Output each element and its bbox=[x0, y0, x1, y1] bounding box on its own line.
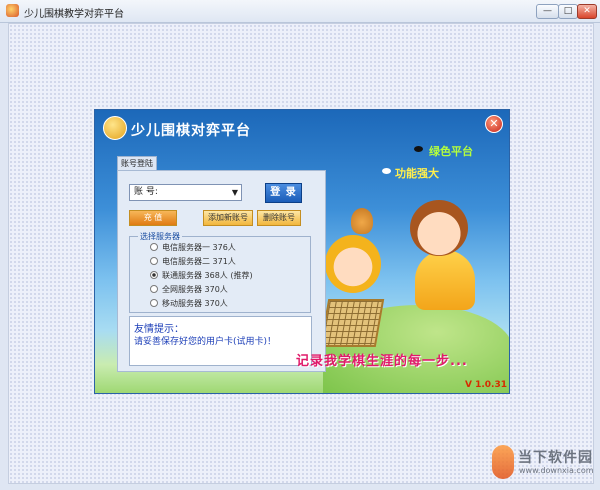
watermark-url: www.downxia.com bbox=[519, 466, 594, 475]
platform-logo-icon bbox=[103, 116, 127, 140]
boy-head-illustration bbox=[410, 200, 468, 256]
feature-powerful: 功能强大 bbox=[395, 167, 439, 180]
server-label: 全网服务器 370人 bbox=[162, 285, 228, 294]
radio-icon[interactable] bbox=[150, 243, 158, 251]
tips-text: 请妥善保存好您的用户卡(试用卡)！ bbox=[134, 337, 277, 347]
window-titlebar[interactable]: 少儿围棋教学对弈平台 — □ ✕ bbox=[0, 0, 600, 23]
server-label: 联通服务器 368人 (推荐) bbox=[162, 271, 253, 280]
stone-white-icon bbox=[382, 168, 391, 174]
stone-black-icon bbox=[414, 146, 423, 152]
server-group-label: 选择服务器 bbox=[138, 231, 182, 242]
app-window: 少儿围棋教学对弈平台 — □ ✕ 少儿围棋对弈平台 ✕ 绿色平台 功能强大 账号… bbox=[0, 0, 600, 490]
server-label: 电信服务器二 371人 bbox=[162, 257, 236, 266]
server-option[interactable]: 全网服务器 370人 bbox=[150, 284, 228, 295]
server-group: 选择服务器 电信服务器一 376人 电信服务器二 371人 联通服务器 368人… bbox=[129, 231, 311, 313]
window-close-button[interactable]: ✕ bbox=[577, 4, 597, 19]
dialog-close-button[interactable]: ✕ bbox=[485, 115, 503, 133]
maximize-button[interactable]: □ bbox=[558, 4, 578, 19]
window-title: 少儿围棋教学对弈平台 bbox=[24, 9, 124, 20]
recharge-button[interactable]: 充 值 bbox=[129, 210, 177, 226]
boy-body-illustration bbox=[415, 250, 475, 310]
radio-icon[interactable] bbox=[150, 257, 158, 265]
minimize-button[interactable]: — bbox=[536, 4, 559, 19]
radio-selected-icon[interactable] bbox=[150, 271, 158, 279]
tips-title: 友情提示： bbox=[134, 324, 184, 335]
server-label: 电信服务器一 376人 bbox=[162, 243, 236, 252]
server-label: 移动服务器 370人 bbox=[162, 299, 228, 308]
tips-box: 友情提示： 请妥善保存好您的用户卡(试用卡)！ bbox=[129, 316, 312, 366]
dialog-title: 少儿围棋对弈平台 bbox=[131, 123, 251, 139]
add-account-button[interactable]: 添加新账号 bbox=[203, 210, 253, 226]
girl-illustration bbox=[325, 235, 381, 293]
tab-account-login[interactable]: 账号登陆 bbox=[117, 156, 157, 170]
server-option[interactable]: 移动服务器 370人 bbox=[150, 298, 228, 309]
slogan: 记录我学棋生涯的每一步... bbox=[296, 354, 468, 369]
radio-icon[interactable] bbox=[150, 285, 158, 293]
server-option[interactable]: 电信服务器二 371人 bbox=[150, 256, 236, 267]
app-icon bbox=[6, 4, 19, 17]
radio-icon[interactable] bbox=[150, 299, 158, 307]
account-select[interactable]: 账 号: ▼ bbox=[129, 184, 242, 201]
login-panel: 账 号: ▼ 登 录 充 值 添加新账号 删除账号 选择服务器 电信服务器一 3… bbox=[117, 170, 326, 372]
account-label: 账 号: bbox=[134, 187, 158, 197]
delete-account-button[interactable]: 删除账号 bbox=[257, 210, 301, 226]
dropdown-arrow-icon[interactable]: ▼ bbox=[232, 185, 238, 200]
server-option[interactable]: 电信服务器一 376人 bbox=[150, 242, 236, 253]
go-board-illustration bbox=[319, 299, 385, 347]
watermark: 当下软件园 www.downxia.com bbox=[492, 445, 596, 485]
feature-green-platform: 绿色平台 bbox=[429, 145, 473, 158]
watermark-name: 当下软件园 bbox=[518, 450, 593, 466]
login-dialog: 少儿围棋对弈平台 ✕ 绿色平台 功能强大 账号登陆 账 号: ▼ 登 录 充 值… bbox=[94, 109, 510, 394]
watermark-logo-icon bbox=[492, 445, 514, 479]
dog-illustration bbox=[351, 208, 373, 234]
login-button[interactable]: 登 录 bbox=[265, 183, 302, 203]
server-option[interactable]: 联通服务器 368人 (推荐) bbox=[150, 270, 253, 281]
version-label: V 1.0.31 bbox=[465, 380, 507, 390]
